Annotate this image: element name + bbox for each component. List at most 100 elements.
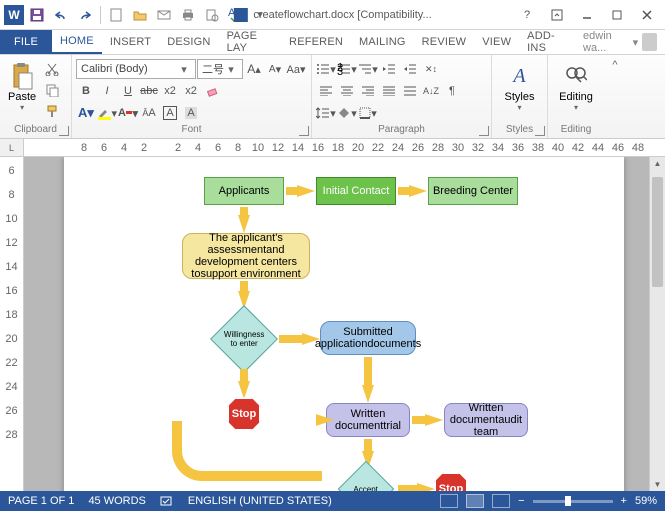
scrollbar-vertical[interactable]: ▲ ▼ — [649, 157, 665, 491]
ruler-vertical[interactable]: 6810121416182022242628 — [0, 157, 24, 491]
redo-button[interactable] — [74, 4, 96, 26]
show-marks-button[interactable]: ¶ — [442, 81, 462, 101]
status-proofing-icon[interactable] — [160, 495, 174, 507]
font-family-combo[interactable]: Calibri (Body)▾ — [76, 59, 196, 79]
increase-indent-button[interactable] — [400, 59, 420, 79]
qat-preview-button[interactable] — [201, 4, 223, 26]
node-accept[interactable]: Accept — [338, 461, 395, 491]
node-applicants[interactable]: Applicants — [204, 177, 284, 205]
grow-font-button[interactable]: A▴ — [244, 59, 264, 79]
tab-design[interactable]: DESIGN — [159, 30, 218, 54]
document-area[interactable]: Applicants Initial Contact Breeding Cent… — [24, 157, 665, 491]
tab-addins[interactable]: ADD-INS — [519, 30, 575, 54]
status-page[interactable]: PAGE 1 OF 1 — [8, 495, 74, 507]
styles-button[interactable]: A Styles ▾ — [501, 57, 539, 117]
clear-formatting-button[interactable] — [202, 81, 222, 101]
phonetic-guide-button[interactable]: ÂA — [139, 103, 159, 123]
editing-button[interactable]: Editing ▾ — [555, 57, 597, 117]
paste-button[interactable]: Paste ▾ — [4, 57, 40, 117]
justify-button[interactable] — [379, 81, 399, 101]
node-submitted[interactable]: Submitted applicationdocuments — [320, 321, 416, 355]
undo-button[interactable] — [50, 4, 72, 26]
font-size-combo[interactable]: 二号▾ — [197, 59, 243, 79]
ruler-corner[interactable]: L — [0, 139, 24, 156]
zoom-slider[interactable] — [533, 500, 613, 503]
multilevel-button[interactable]: ▾ — [358, 59, 378, 79]
tab-insert[interactable]: INSERT — [102, 30, 159, 54]
status-language[interactable]: ENGLISH (UNITED STATES) — [188, 495, 332, 507]
strikethrough-button[interactable]: abc — [139, 81, 159, 101]
qat-new-button[interactable] — [105, 4, 127, 26]
node-assessment[interactable]: The applicant's assessmentand developmen… — [182, 233, 310, 279]
text-direction-button[interactable]: ✕↕ — [421, 59, 441, 79]
ribbon-group-editing: Editing ▾ Editing — [548, 55, 604, 138]
font-launcher[interactable] — [299, 126, 309, 136]
character-shading-button[interactable]: A — [181, 103, 201, 123]
node-breeding-center[interactable]: Breeding Center — [428, 177, 518, 205]
zoom-out-button[interactable]: − — [518, 495, 524, 507]
numbering-button[interactable]: 123▾ — [337, 59, 357, 79]
line-spacing-button[interactable]: ▾ — [316, 103, 336, 123]
align-right-button[interactable] — [358, 81, 378, 101]
shrink-font-button[interactable]: A▾ — [265, 59, 285, 79]
zoom-level[interactable]: 59% — [635, 495, 657, 507]
view-print-button[interactable] — [466, 494, 484, 508]
text-effects-button[interactable]: A▾ — [76, 103, 96, 123]
format-painter-button[interactable] — [42, 101, 62, 121]
tab-references[interactable]: REFEREN — [281, 30, 351, 54]
scroll-thumb[interactable] — [652, 177, 663, 287]
change-case-button[interactable]: Aa▾ — [286, 59, 306, 79]
close-button[interactable] — [633, 4, 661, 26]
user-account[interactable]: edwin wa... ▾ — [575, 30, 665, 54]
node-initial-contact[interactable]: Initial Contact — [316, 177, 396, 205]
ruler-horizontal[interactable]: 8642246810121416182022242628303234363840… — [24, 139, 665, 156]
view-read-button[interactable] — [440, 494, 458, 508]
tab-review[interactable]: REVIEW — [414, 30, 475, 54]
clipboard-launcher[interactable] — [59, 126, 69, 136]
cut-button[interactable] — [42, 59, 62, 79]
tab-mailings[interactable]: MAILING — [351, 30, 414, 54]
font-size-value: 二号 — [202, 61, 224, 77]
tab-pagelayout[interactable]: PAGE LAY — [219, 30, 281, 54]
highlight-button[interactable]: ▾ — [97, 103, 117, 123]
bold-button[interactable]: B — [76, 81, 96, 101]
tab-file[interactable]: FILE — [0, 30, 52, 54]
tab-view[interactable]: VIEW — [474, 30, 519, 54]
tab-home[interactable]: HOME — [52, 30, 102, 54]
help-button[interactable]: ? — [513, 4, 541, 26]
subscript-button[interactable]: x2 — [160, 81, 180, 101]
paragraph-launcher[interactable] — [479, 126, 489, 136]
align-left-button[interactable] — [316, 81, 336, 101]
node-stop-2[interactable]: Stop — [434, 472, 468, 491]
zoom-in-button[interactable]: + — [621, 495, 627, 507]
align-center-button[interactable] — [337, 81, 357, 101]
styles-launcher[interactable] — [535, 126, 545, 136]
node-written-audit[interactable]: Written documentaudit team — [444, 403, 528, 437]
character-border-button[interactable]: A — [160, 103, 180, 123]
collapse-ribbon-button[interactable]: ^ — [604, 55, 626, 138]
font-color-button[interactable]: A▾ — [118, 103, 138, 123]
node-willingness[interactable]: Willingness to enter — [210, 305, 278, 373]
minimize-button[interactable] — [573, 4, 601, 26]
ruler-row: L 86422468101214161820222426283032343638… — [0, 139, 665, 157]
ribbon-options-button[interactable] — [543, 4, 571, 26]
superscript-button[interactable]: x2 — [181, 81, 201, 101]
view-web-button[interactable] — [492, 494, 510, 508]
styles-btn-label: Styles — [505, 91, 535, 103]
decrease-indent-button[interactable] — [379, 59, 399, 79]
underline-button[interactable]: U — [118, 81, 138, 101]
save-button[interactable] — [26, 4, 48, 26]
node-written-trial[interactable]: Written documenttrial — [326, 403, 410, 437]
italic-button[interactable]: I — [97, 81, 117, 101]
shading-button[interactable]: ▾ — [337, 103, 357, 123]
qat-email-button[interactable] — [153, 4, 175, 26]
maximize-button[interactable] — [603, 4, 631, 26]
bullets-button[interactable]: ▾ — [316, 59, 336, 79]
distributed-button[interactable] — [400, 81, 420, 101]
qat-quickprint-button[interactable] — [177, 4, 199, 26]
qat-open-button[interactable] — [129, 4, 151, 26]
status-words[interactable]: 45 WORDS — [88, 495, 145, 507]
copy-button[interactable] — [42, 80, 62, 100]
borders-button[interactable]: ▾ — [358, 103, 378, 123]
sort-button[interactable]: A↓Z — [421, 81, 441, 101]
